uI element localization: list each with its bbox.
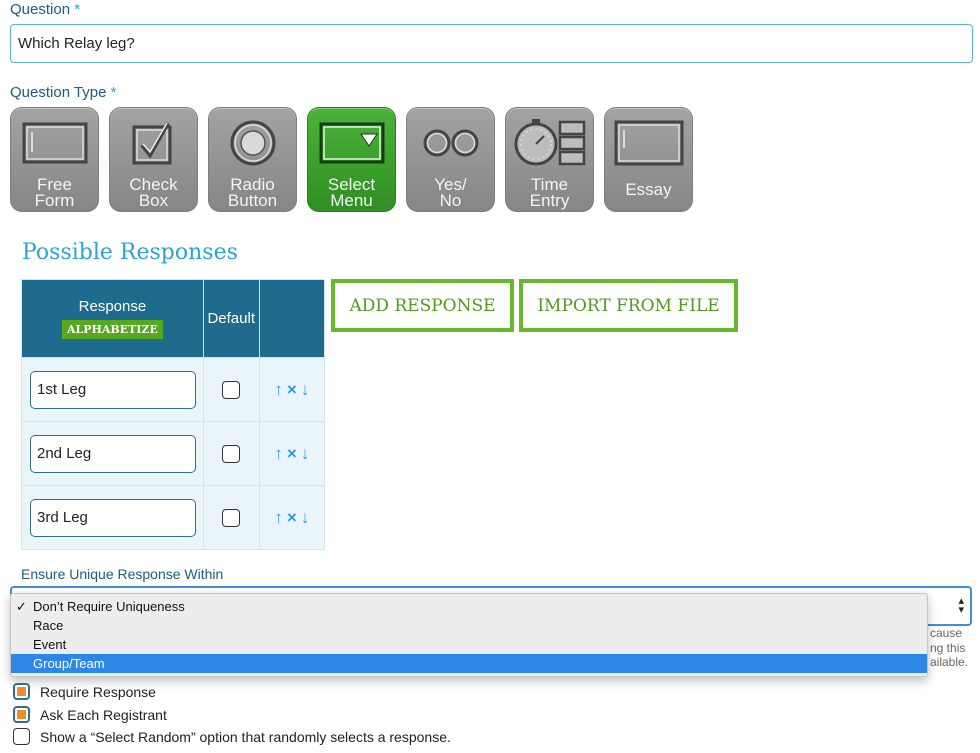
time-entry-icon — [506, 118, 593, 168]
response-input[interactable]: 3rd Leg — [30, 498, 196, 537]
alphabetize-button[interactable]: ALPHABETIZE — [61, 320, 163, 339]
move-up-icon[interactable]: ↑ — [274, 444, 283, 464]
question-type-essay[interactable]: Essay — [604, 107, 693, 212]
add-response-button[interactable]: ADD RESPONSE — [331, 279, 514, 332]
default-checkbox[interactable] — [222, 380, 241, 399]
question-type-yes-no[interactable]: Yes/ No — [406, 107, 495, 212]
unique-response-label: Ensure Unique Response Within — [21, 566, 224, 582]
remove-icon[interactable]: × — [287, 444, 297, 464]
help-text-fragment: ailable. — [930, 655, 969, 669]
ask-each-registrant-checkbox[interactable] — [13, 706, 30, 723]
question-input[interactable]: Which Relay leg? — [10, 24, 973, 63]
dropdown-option-group-team[interactable]: Group/Team — [11, 654, 927, 673]
table-row: 2nd Leg ↑ × ↓ — [21, 421, 326, 486]
dropdown-option-race[interactable]: Race — [11, 616, 927, 635]
free-form-icon — [11, 118, 98, 168]
question-label: Question * — [10, 1, 81, 18]
select-random-checkbox[interactable] — [13, 728, 30, 745]
essay-icon — [605, 118, 692, 168]
unique-response-dropdown: ✓ Don’t Require Uniqueness Race Event Gr… — [10, 593, 928, 677]
possible-responses-title: Possible Responses — [22, 240, 238, 265]
import-from-file-button[interactable]: IMPORT FROM FILE — [519, 279, 738, 332]
default-column-header: Default — [202, 279, 260, 358]
checkmark-icon: ✓ — [16, 599, 27, 614]
move-down-icon[interactable]: ↓ — [301, 444, 310, 464]
actions-column-header — [258, 279, 326, 358]
select-menu-icon — [308, 118, 395, 168]
question-type-radio-button[interactable]: Radio Button — [208, 107, 297, 212]
question-type-check-box[interactable]: Check Box — [109, 107, 198, 212]
response-input[interactable]: 1st Leg — [30, 370, 196, 409]
select-random-option[interactable]: Show a “Select Random” option that rando… — [13, 728, 451, 745]
checkbox-icon — [110, 118, 197, 168]
ask-each-registrant-option[interactable]: Ask Each Registrant — [13, 706, 167, 723]
responses-table: Response ALPHABETIZE Default 1st Leg ↑ ×… — [21, 279, 326, 550]
table-row: 1st Leg ↑ × ↓ — [21, 357, 326, 422]
yes-no-icon — [407, 118, 494, 168]
require-response-option[interactable]: Require Response — [13, 683, 156, 700]
table-header-row: Response ALPHABETIZE Default — [21, 279, 326, 358]
default-checkbox[interactable] — [222, 444, 241, 463]
radio-button-icon — [209, 118, 296, 168]
move-up-icon[interactable]: ↑ — [274, 508, 283, 528]
question-type-options: Free Form Check Box Radio Button Select … — [10, 107, 693, 212]
dropdown-option-event[interactable]: Event — [11, 635, 927, 654]
move-down-icon[interactable]: ↓ — [301, 508, 310, 528]
remove-icon[interactable]: × — [287, 508, 297, 528]
dropdown-option-dont-require[interactable]: ✓ Don’t Require Uniqueness — [11, 597, 927, 616]
question-type-time-entry[interactable]: Time Entry — [505, 107, 594, 212]
help-text-fragment: ng this — [930, 641, 966, 655]
move-down-icon[interactable]: ↓ — [301, 380, 310, 400]
select-arrows-icon: ▴ ▾ — [958, 595, 964, 616]
require-response-checkbox[interactable] — [13, 683, 30, 700]
default-checkbox[interactable] — [222, 508, 241, 527]
remove-icon[interactable]: × — [287, 380, 297, 400]
response-input[interactable]: 2nd Leg — [30, 434, 196, 473]
help-text-fragment: cause — [930, 626, 963, 640]
question-type-label: Question Type * — [10, 84, 117, 101]
response-column-header: Response ALPHABETIZE — [21, 279, 204, 358]
move-up-icon[interactable]: ↑ — [274, 380, 283, 400]
table-row: 3rd Leg ↑ × ↓ — [21, 485, 326, 550]
question-type-free-form[interactable]: Free Form — [10, 107, 99, 212]
question-type-select-menu[interactable]: Select Menu — [307, 107, 396, 212]
